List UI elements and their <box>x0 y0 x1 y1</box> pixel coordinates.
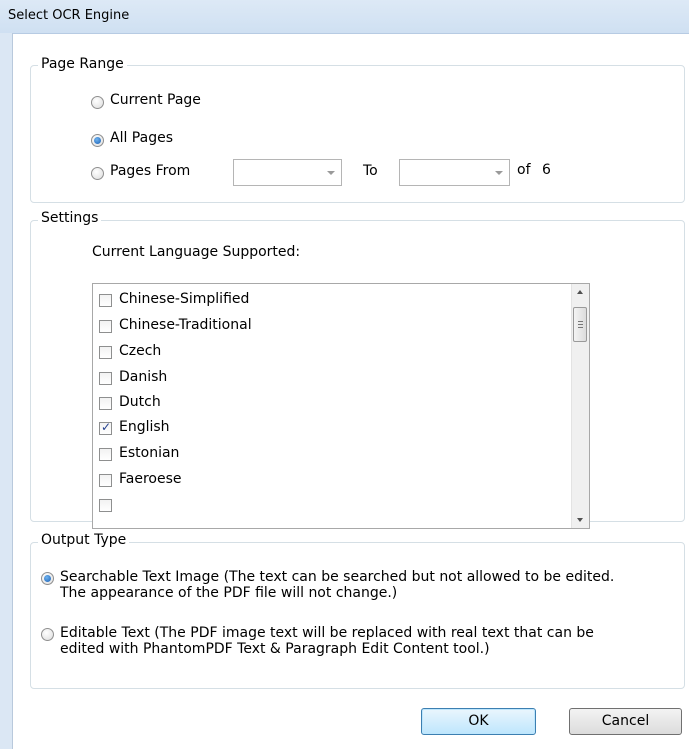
scroll-down-arrow-icon[interactable] <box>572 511 589 528</box>
editable-text-line2: edited with PhantomPDF Text & Paragraph … <box>60 641 490 657</box>
language-name: Chinese-Simplified <box>119 291 250 307</box>
scroll-up-arrow-icon[interactable] <box>572 284 589 301</box>
grip-line <box>578 321 583 322</box>
of-label: of <box>517 162 531 178</box>
dialog-client: Page Range Current Page All Pages Pages … <box>13 34 689 749</box>
language-checkbox[interactable] <box>99 372 112 385</box>
language-name: Faeroese <box>119 471 182 487</box>
output-type-group <box>30 542 685 689</box>
chevron-down-icon[interactable] <box>495 171 503 175</box>
window-frame-left <box>0 33 13 749</box>
all-pages-radio[interactable] <box>91 134 104 147</box>
from-page-combo[interactable] <box>233 159 342 186</box>
searchable-text-line1: Searchable Text Image (The text can be s… <box>60 569 615 585</box>
title-bar: Select OCR Engine <box>0 0 689 34</box>
language-name: Czech <box>119 343 162 359</box>
page-range-legend: Page Range <box>38 56 127 72</box>
output-type-legend: Output Type <box>38 532 130 548</box>
editable-text-label[interactable]: Editable Text (The PDF image text will b… <box>60 625 594 657</box>
language-name: English <box>119 419 170 435</box>
searchable-text-radio[interactable] <box>41 572 54 585</box>
language-name: Dutch <box>119 394 161 410</box>
chevron-down-icon[interactable] <box>327 171 335 175</box>
all-pages-label[interactable]: All Pages <box>110 130 173 146</box>
to-page-combo[interactable] <box>399 159 510 186</box>
pages-from-radio[interactable] <box>91 167 104 180</box>
ok-button[interactable]: OK <box>421 708 536 735</box>
grip-line <box>578 327 583 328</box>
editable-text-line1: Editable Text (The PDF image text will b… <box>60 625 594 641</box>
language-checkbox[interactable] <box>99 474 112 487</box>
page-count: 6 <box>542 162 551 178</box>
language-checkbox[interactable] <box>99 346 112 359</box>
language-checkbox[interactable] <box>99 320 112 333</box>
language-checkbox[interactable] <box>99 294 112 307</box>
settings-legend: Settings <box>38 210 102 226</box>
current-page-label[interactable]: Current Page <box>110 92 201 108</box>
language-list-scrollbar[interactable] <box>571 284 589 528</box>
language-checkbox[interactable] <box>99 420 112 435</box>
to-label: To <box>363 163 378 179</box>
scrollbar-thumb[interactable] <box>573 307 587 342</box>
language-name: Estonian <box>119 445 180 461</box>
language-label: Current Language Supported: <box>92 244 301 260</box>
language-checkbox[interactable] <box>99 397 112 410</box>
editable-text-radio[interactable] <box>41 628 54 641</box>
language-list[interactable]: Chinese-Simplified Chinese-Traditional C… <box>92 283 590 529</box>
searchable-text-label[interactable]: Searchable Text Image (The text can be s… <box>60 569 614 601</box>
cancel-button[interactable]: Cancel <box>569 708 682 735</box>
pages-from-label[interactable]: Pages From <box>110 163 190 179</box>
language-checkbox <box>99 499 112 512</box>
window-title: Select OCR Engine <box>8 8 130 23</box>
language-name: Danish <box>119 369 168 385</box>
current-page-radio[interactable] <box>91 96 104 109</box>
searchable-text-line2: The appearance of the PDF file will not … <box>60 585 398 601</box>
language-name: Chinese-Traditional <box>119 317 252 333</box>
language-checkbox[interactable] <box>99 448 112 461</box>
grip-line <box>578 324 583 325</box>
